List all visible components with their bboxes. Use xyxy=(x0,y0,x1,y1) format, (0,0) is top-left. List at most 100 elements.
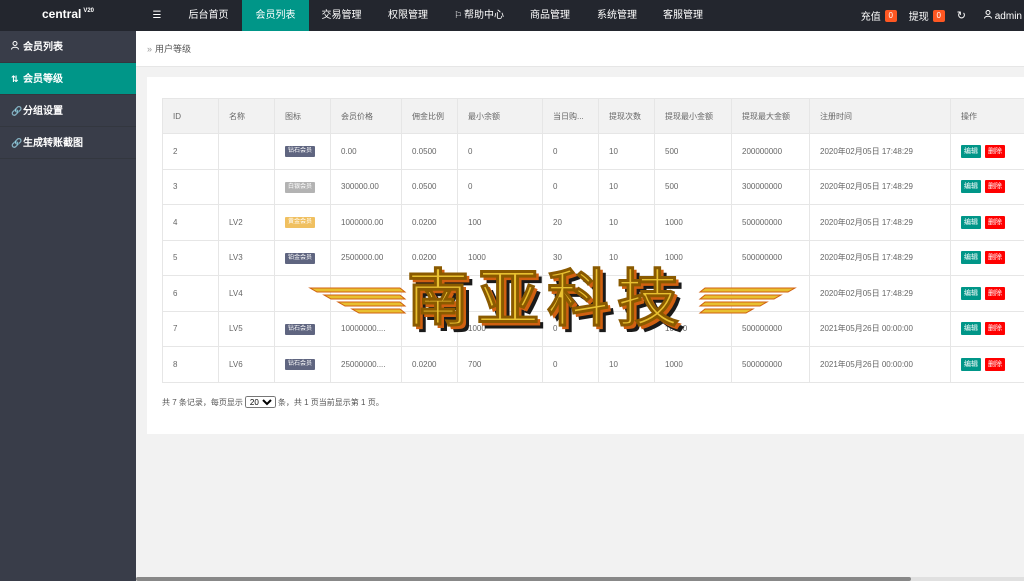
col-header[interactable]: 注册时间 xyxy=(809,98,951,134)
col-header[interactable]: 提现最大金额 xyxy=(731,98,810,134)
horizontal-scrollbar[interactable] xyxy=(136,577,1024,581)
nav-goods[interactable]: 商品管理 xyxy=(516,0,584,31)
cell-min-balance: 1000 xyxy=(457,239,543,276)
chevron-right-icon: » xyxy=(147,44,153,54)
cell-withdraw-max: 500000000 xyxy=(731,346,810,383)
delete-button[interactable]: 删除 xyxy=(985,286,1005,300)
sidebar-item-member-list[interactable]: 会员列表 xyxy=(0,31,136,63)
menu-icon[interactable]: ☰ xyxy=(144,0,170,31)
col-header[interactable]: ID xyxy=(162,98,219,134)
col-header[interactable]: 提现最小金额 xyxy=(654,98,732,134)
level-badge: 黄金会员 xyxy=(285,217,316,229)
cell-min-balance: 100 xyxy=(457,204,543,241)
col-header[interactable]: 名称 xyxy=(218,98,275,134)
col-header[interactable]: 最小余额 xyxy=(457,98,543,134)
cell-min-balance: 0 xyxy=(457,168,543,205)
col-header[interactable]: 佣金比例 xyxy=(401,98,458,134)
table-row: 3 白银会员 300000.00 0.0500 0 0 10 500 300000000 2020… xyxy=(162,168,1024,205)
nav-service[interactable]: 客服管理 xyxy=(650,0,716,31)
user-icon xyxy=(11,31,22,63)
cell-actions: 编辑 删除 xyxy=(950,346,1024,383)
sidebar-item-group-settings[interactable]: 🔗分组设置 xyxy=(0,95,136,127)
cell-min-balance xyxy=(457,275,543,312)
refresh-icon[interactable]: ↻ xyxy=(957,9,966,22)
delete-button[interactable]: 删除 xyxy=(985,251,1005,265)
cell-price: 300000.00 xyxy=(330,168,402,205)
cell-icon: 钻石会员 xyxy=(274,133,331,170)
table-row: 6 LV4 4 2020年02月05日 17:48:29 编辑 删除 xyxy=(162,275,1024,312)
cell-price: 1000000.00 xyxy=(330,204,402,241)
edit-button[interactable]: 编辑 xyxy=(961,215,981,229)
edit-button[interactable]: 编辑 xyxy=(961,144,981,158)
level-badge: 钻石会员 xyxy=(285,146,316,158)
cell-daily: 0 xyxy=(542,310,599,347)
nav-system[interactable]: 系统管理 xyxy=(584,0,650,31)
cell-withdraw-times xyxy=(598,310,655,347)
cell-actions: 编辑 删除 xyxy=(950,168,1024,205)
cell-withdraw-times: 10 xyxy=(598,239,655,276)
edit-button[interactable]: 编辑 xyxy=(961,322,981,336)
cell-time: 2021年05月26日 00:00:00 xyxy=(809,310,951,347)
cell-min-balance: 700 xyxy=(457,346,543,383)
cell-name: LV2 xyxy=(218,204,275,241)
col-header[interactable]: 会员价格 xyxy=(330,98,402,134)
cell-name xyxy=(218,168,275,205)
nav-home[interactable]: 后台首页 xyxy=(175,0,242,31)
scrollbar-thumb[interactable] xyxy=(136,577,911,581)
cell-withdraw-min: 1000 xyxy=(654,239,732,276)
withdraw-button[interactable]: 提现 0 xyxy=(909,8,945,23)
cell-ratio: 0.0500 xyxy=(401,133,458,170)
user-name: admin xyxy=(994,10,1022,22)
breadcrumb-current: 用户等级 xyxy=(155,44,192,54)
cell-id: 8 xyxy=(162,346,219,383)
table-row: 5 LV3 铂金会员 2500000.00 0.0200 1000 30 10 1000 5000… xyxy=(162,239,1024,276)
cell-daily: 30 xyxy=(542,239,599,276)
cell-actions: 编辑 删除 xyxy=(950,310,1024,347)
cell-ratio: 0.0200 xyxy=(401,239,458,276)
col-header[interactable]: 图标 xyxy=(274,98,331,134)
col-header[interactable]: 提现次数 xyxy=(598,98,655,134)
app-logo[interactable]: central V20 xyxy=(0,0,136,31)
nav-member-list[interactable]: 会员列表 xyxy=(242,0,309,31)
delete-button[interactable]: 删除 xyxy=(985,215,1005,229)
cell-withdraw-times: 10 xyxy=(598,346,655,383)
cell-price: 10000000.... xyxy=(330,310,402,347)
nav-help-label: 帮助中心 xyxy=(464,10,505,21)
nav-trade[interactable]: 交易管理 xyxy=(309,0,374,31)
cell-actions: 编辑 删除 xyxy=(950,275,1024,312)
user-menu[interactable]: admin xyxy=(983,9,1022,22)
sidebar-item-member-level[interactable]: ⇅ 会员等级 xyxy=(0,63,136,95)
sidebar-item-transfer-screenshot[interactable]: 🔗生成转账截图 xyxy=(0,127,136,159)
cell-price: 25000000.... xyxy=(330,346,402,383)
pagination: 共 7 条记录，每页显示 20 条，共 1 页当前显示第 1 页。 xyxy=(162,396,384,408)
nav-permission[interactable]: 权限管理 xyxy=(374,0,442,31)
recharge-count-badge: 0 xyxy=(884,9,897,22)
cell-withdraw-min: 10000 xyxy=(654,310,732,347)
edit-button[interactable]: 编辑 xyxy=(961,180,981,194)
edit-button[interactable]: 编辑 xyxy=(961,357,981,371)
cell-min-balance: 0 xyxy=(457,133,543,170)
col-header[interactable]: 当日购... xyxy=(542,98,599,134)
col-header[interactable]: 操作 xyxy=(950,98,1024,134)
cell-price: 0.00 xyxy=(330,133,402,170)
cell-time: 2020年02月05日 17:48:29 xyxy=(809,204,951,241)
delete-button[interactable]: 删除 xyxy=(985,180,1005,194)
delete-button[interactable]: 删除 xyxy=(985,144,1005,158)
cell-ratio: 0.0200 xyxy=(401,204,458,241)
edit-button[interactable]: 编辑 xyxy=(961,286,981,300)
delete-button[interactable]: 删除 xyxy=(985,357,1005,371)
cell-name: LV5 xyxy=(218,310,275,347)
flag-icon: ⚐ xyxy=(453,10,463,20)
cell-time: 2020年02月05日 17:48:29 xyxy=(809,168,951,205)
pager-suffix: 条，共 1 页当前显示第 1 页。 xyxy=(277,397,384,407)
cell-id: 7 xyxy=(162,310,219,347)
cell-time: 2020年02月05日 17:48:29 xyxy=(809,133,951,170)
cell-withdraw-min: 500 xyxy=(654,168,732,205)
recharge-button[interactable]: 充值 0 xyxy=(861,8,897,23)
delete-button[interactable]: 删除 xyxy=(985,322,1005,336)
cell-withdraw-times: 10 xyxy=(598,168,655,205)
nav-help[interactable]: ⚐ 帮助中心 xyxy=(442,0,516,31)
level-badge: 铂金会员 xyxy=(285,252,316,264)
edit-button[interactable]: 编辑 xyxy=(961,251,981,265)
page-size-select[interactable]: 20 xyxy=(244,396,276,408)
